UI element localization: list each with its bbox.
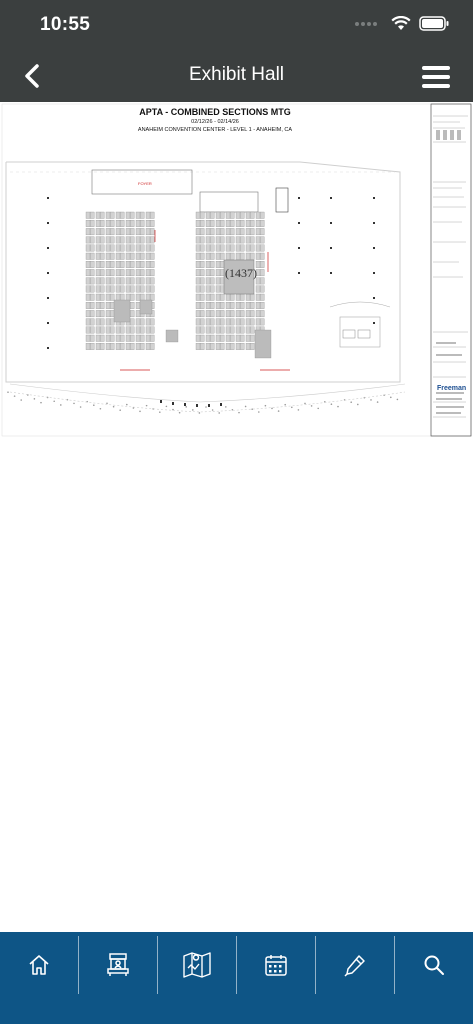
battery-icon <box>419 16 449 31</box>
floor-plan-title: APTA - COMBINED SECTIONS MTG <box>139 107 291 117</box>
booth-icon <box>107 953 129 976</box>
map-icon <box>183 952 211 978</box>
page-title: Exhibit Hall <box>188 64 285 85</box>
status-icons <box>355 16 449 31</box>
pen-icon <box>344 955 365 977</box>
tab-map[interactable] <box>158 936 237 994</box>
status-time: 10:55 <box>40 14 91 35</box>
freeman-logo: Freeman <box>437 385 467 392</box>
highlighted-booth-label[interactable]: (1437) <box>225 267 257 280</box>
tab-schedule[interactable] <box>237 936 316 994</box>
tab-notes[interactable] <box>316 936 395 994</box>
search-icon <box>424 955 444 975</box>
wifi-icon <box>391 16 411 30</box>
signal-icon <box>355 21 377 26</box>
floor-plan-viewer[interactable]: FOYER APTA - COMBINED SECTIONS MTG 02/12… <box>0 102 473 932</box>
svg-text:FOYER: FOYER <box>138 181 152 186</box>
tab-exhibitors[interactable] <box>79 936 158 994</box>
home-icon <box>29 955 49 975</box>
floor-plan-dates: 02/12/26 - 02/14/26 <box>191 119 239 125</box>
calendar-icon <box>265 955 287 976</box>
menu-button[interactable] <box>421 64 451 90</box>
tab-home[interactable] <box>0 936 79 994</box>
app-header: 10:55 Exhibit Hall <box>0 0 473 102</box>
floor-plan-venue: ANAHEIM CONVENTION CENTER - LEVEL 1 - AN… <box>137 127 293 133</box>
bottom-tab-bar <box>0 932 473 1024</box>
tab-search[interactable] <box>395 936 473 994</box>
